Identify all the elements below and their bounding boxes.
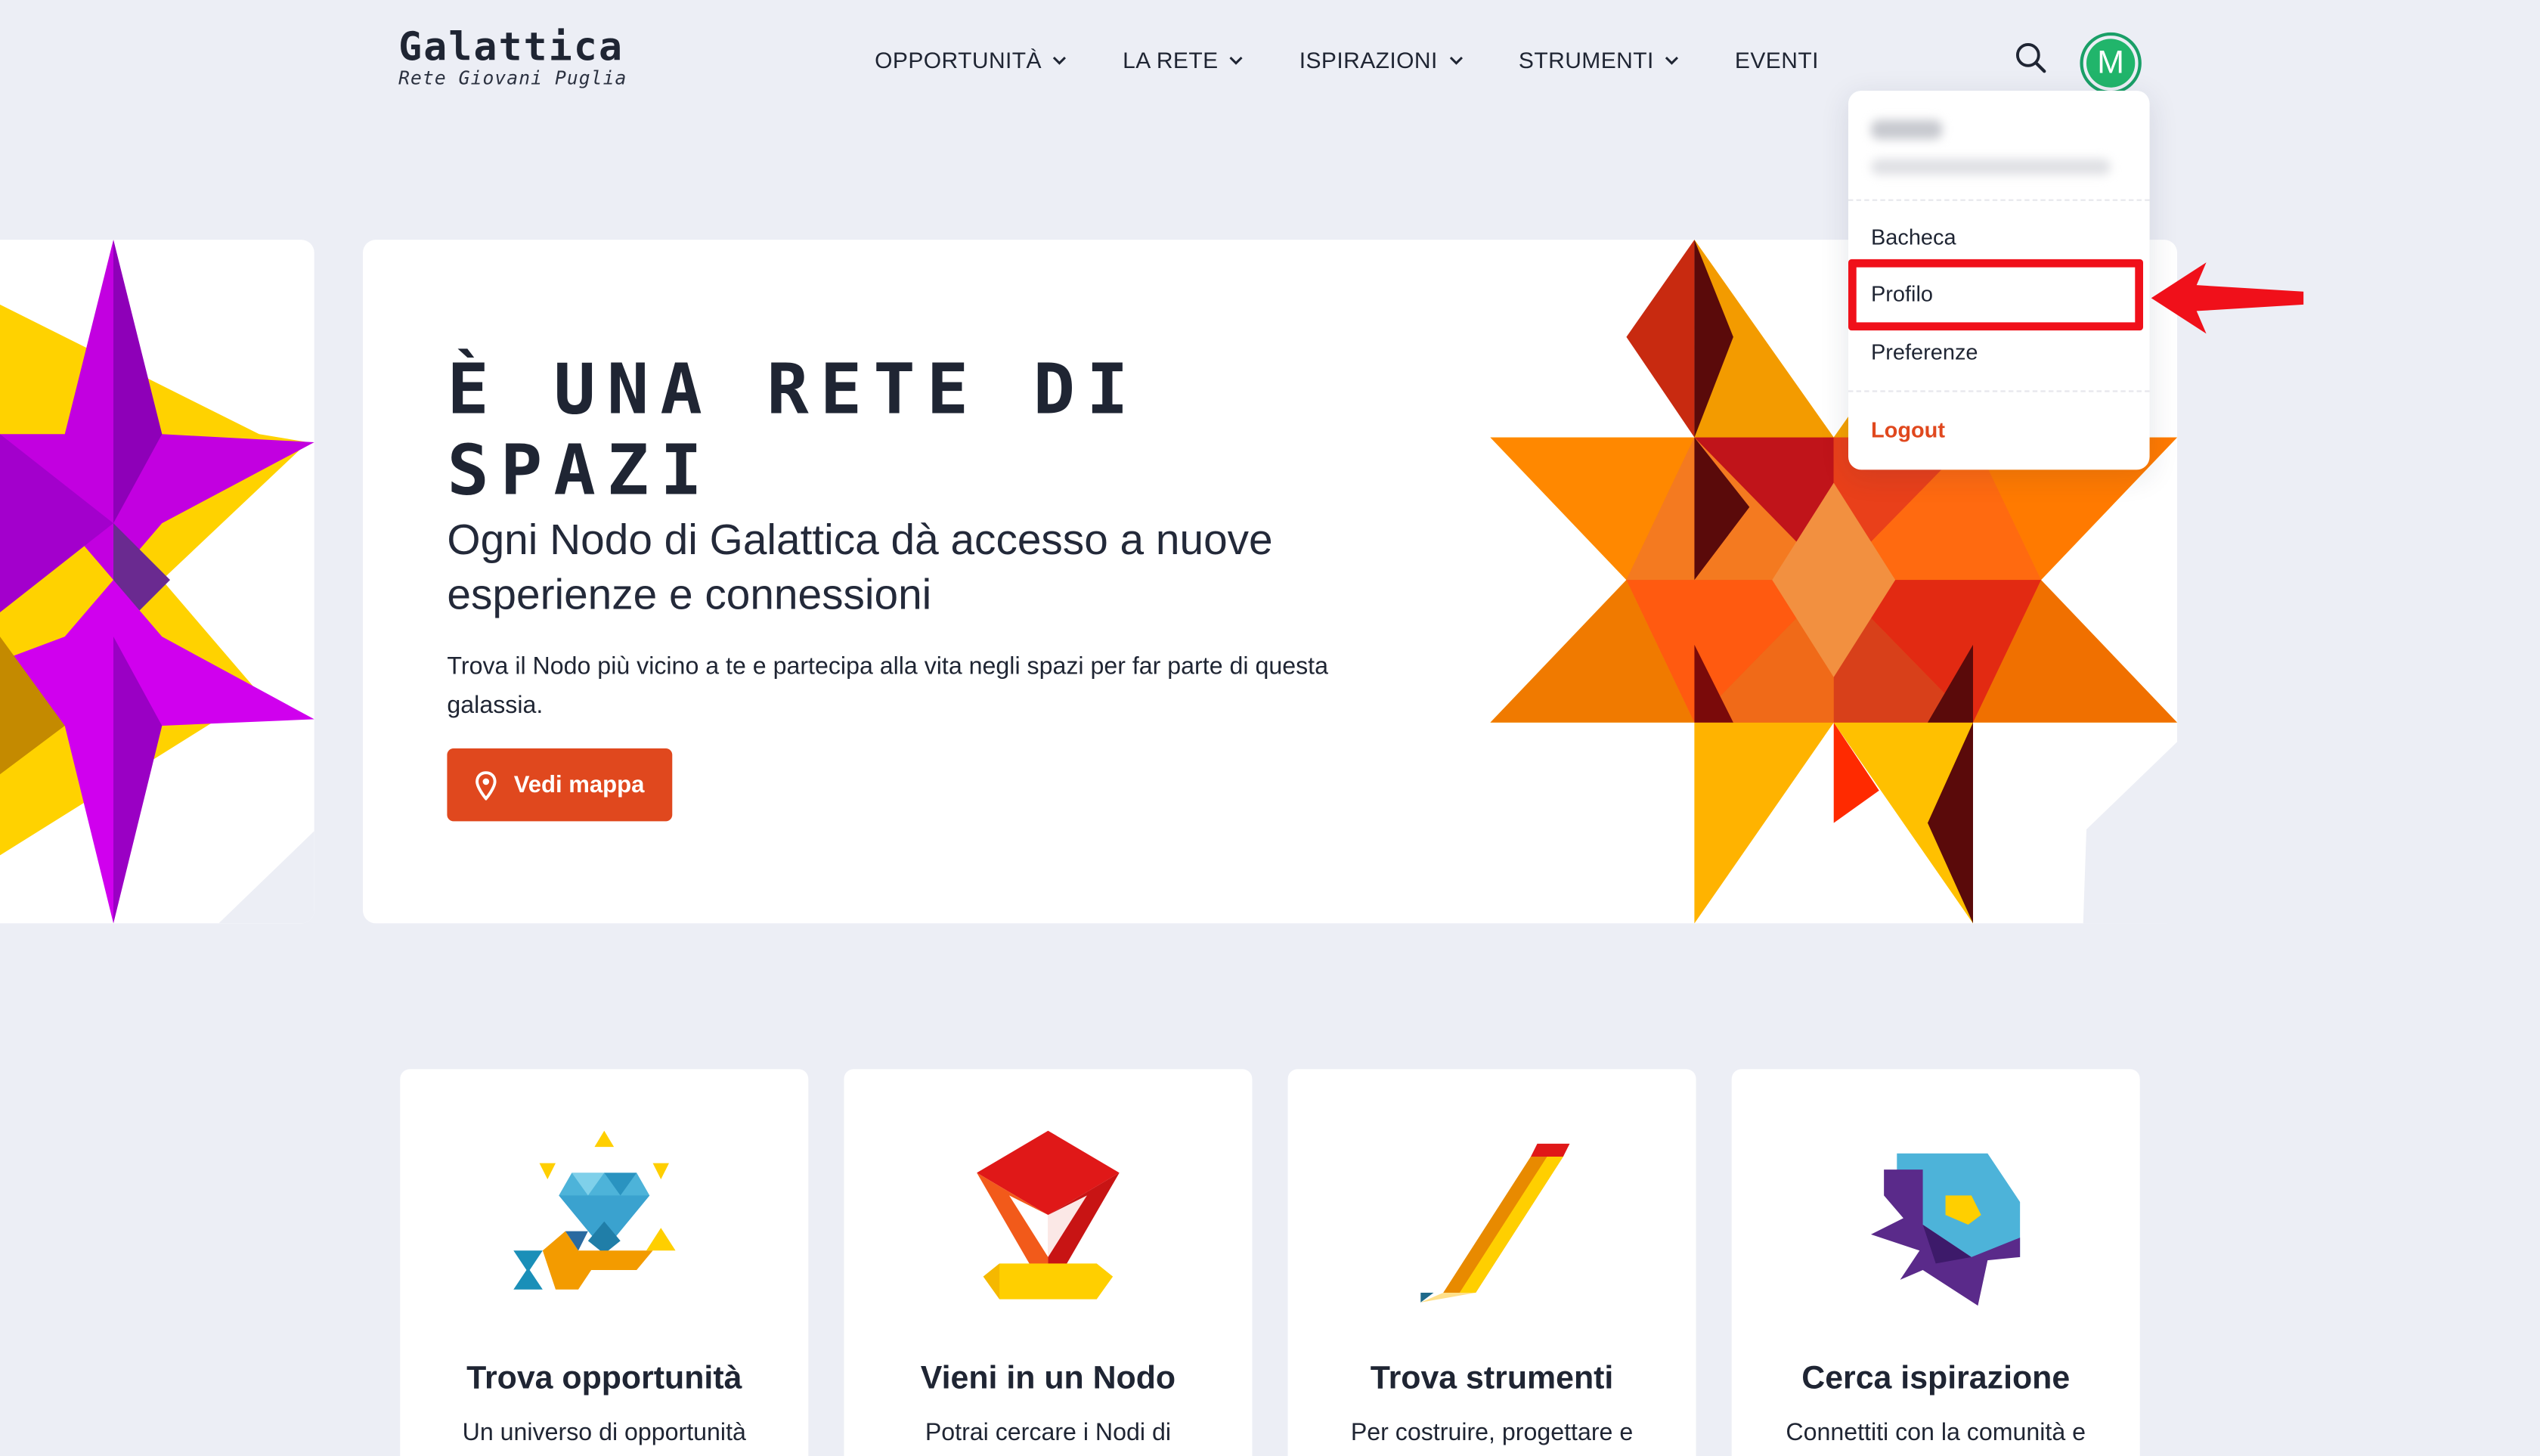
diamond-key-icon	[513, 1130, 676, 1290]
page: Galattica Rete Giovani Puglia OPPORTUNIT…	[0, 0, 2540, 1456]
site-logo[interactable]: Galattica Rete Giovani Puglia	[398, 26, 627, 87]
hero-subtitle: Ogni Nodo di Galattica dà accesso a nuov…	[447, 515, 1273, 619]
menu-divider	[1848, 390, 2150, 392]
menu-divider	[1848, 199, 2150, 201]
logo-subtitle: Rete Giovani Puglia	[398, 66, 627, 89]
feature-title: Trova strumenti	[1370, 1361, 1614, 1397]
view-map-label: Vedi mappa	[513, 772, 645, 798]
feature-text: Per costruire, progettare e	[1350, 1419, 1634, 1447]
user-avatar-button[interactable]: M	[2080, 32, 2142, 94]
chevron-down-icon	[1448, 57, 1462, 65]
hero-title: È UNA RETE DI SPAZI	[447, 349, 1140, 513]
user-info-blurred	[1871, 116, 2130, 181]
nav-item-la-rete[interactable]: LA RETE	[1123, 42, 1244, 78]
nav-item-eventi[interactable]: EVENTI	[1735, 42, 1819, 78]
nav-label: LA RETE	[1123, 47, 1219, 73]
chevron-down-icon	[1229, 57, 1243, 65]
feature-card-ispirazione[interactable]: Cerca ispirazione Connettiti con la comu…	[1731, 1069, 2140, 1456]
menu-item-bacheca[interactable]: Bacheca	[1871, 225, 1956, 249]
nav-item-strumenti[interactable]: STRUMENTI	[1519, 42, 1680, 78]
search-button[interactable]	[2012, 39, 2050, 77]
feature-card-nodo[interactable]: Vieni in un Nodo Potrai cercare i Nodi d…	[844, 1069, 1253, 1456]
user-name-redacted	[1871, 119, 1943, 140]
nav-label: OPPORTUNITÀ	[875, 47, 1042, 73]
chevron-down-icon	[1053, 57, 1067, 65]
feature-card-opportunita[interactable]: Trova opportunità Un universo di opportu…	[400, 1069, 809, 1456]
nav-label: EVENTI	[1734, 47, 1819, 73]
main-nav: OPPORTUNITÀ LA RETE ISPIRAZIONI STRUMENT…	[875, 42, 1819, 78]
view-map-button[interactable]: Vedi mappa	[447, 748, 673, 822]
nav-label: ISPIRAZIONI	[1299, 47, 1438, 73]
nav-item-opportunita[interactable]: OPPORTUNITÀ	[875, 42, 1067, 78]
feature-title: Vieni in un Nodo	[920, 1361, 1176, 1397]
carousel-prev-slide[interactable]	[0, 240, 314, 924]
menu-item-preferenze[interactable]: Preferenze	[1871, 340, 1978, 364]
star-illustration-left	[0, 240, 314, 924]
nav-item-ispirazioni[interactable]: ISPIRAZIONI	[1299, 42, 1464, 78]
highlight-box-annotation	[1848, 259, 2143, 331]
search-icon	[2015, 42, 2046, 73]
nav-label: STRUMENTI	[1518, 47, 1654, 73]
speech-bubble-icon	[1871, 1153, 2021, 1306]
red-arrow-annotation	[2151, 262, 2304, 334]
chevron-down-icon	[1665, 57, 1678, 65]
feature-text: Un universo di opportunità	[462, 1419, 746, 1447]
feature-text: Potrai cercare i Nodi di	[925, 1419, 1171, 1447]
menu-item-logout[interactable]: Logout	[1871, 418, 1945, 442]
user-email-redacted	[1871, 159, 2111, 175]
avatar-initial: M	[2086, 39, 2136, 88]
logo-title: Galattica	[398, 24, 624, 70]
feature-text: Connettiti con la comunità e	[1786, 1419, 2086, 1447]
feature-title: Cerca ispirazione	[1801, 1361, 2071, 1397]
feature-card-strumenti[interactable]: Trova strumenti Per costruire, progettar…	[1287, 1069, 1696, 1456]
location-pin-icon	[977, 1130, 1120, 1300]
hero-description: Trova il Nodo più vicino a te e partecip…	[447, 652, 1328, 720]
pencil-icon	[1420, 1143, 1570, 1303]
map-pin-icon	[475, 770, 497, 800]
feature-title: Trova opportunità	[466, 1361, 742, 1397]
